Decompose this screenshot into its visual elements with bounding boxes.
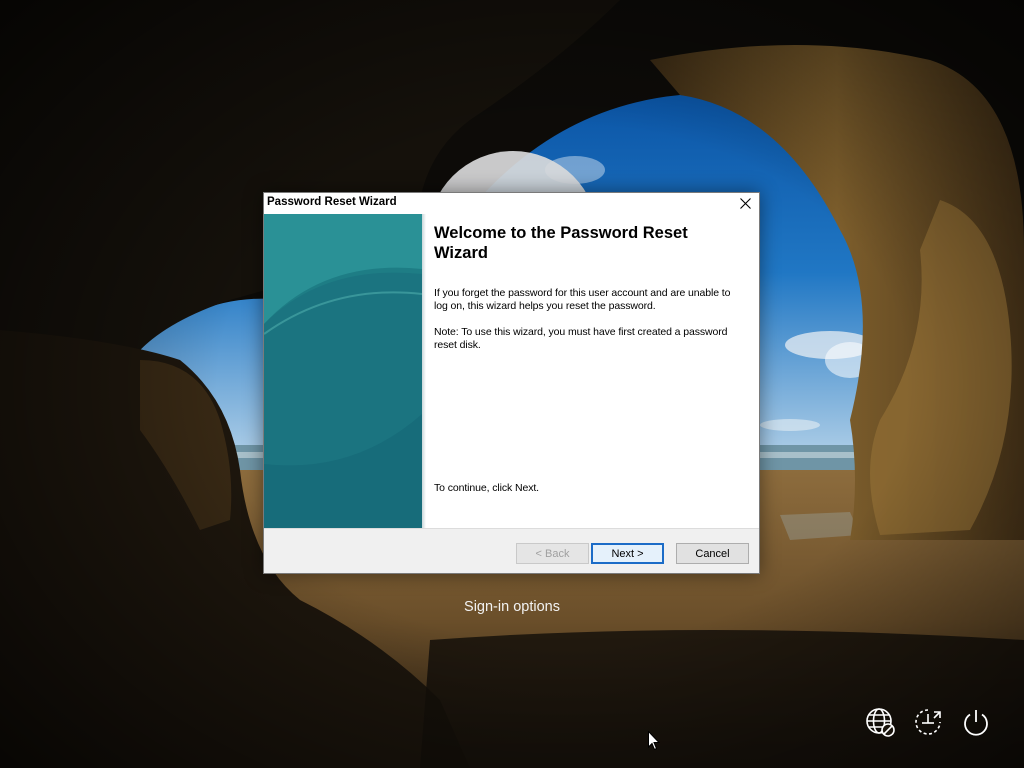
- next-button[interactable]: Next >: [591, 543, 664, 564]
- dialog-titlebar[interactable]: Password Reset Wizard: [264, 193, 759, 214]
- side-banner-edge: [422, 214, 426, 528]
- dialog-title: Password Reset Wizard: [267, 196, 397, 208]
- back-button[interactable]: < Back: [516, 543, 589, 564]
- lock-screen: Password Reset Wizard Welcome to the Pas…: [0, 0, 1024, 768]
- network-button[interactable]: [864, 706, 896, 738]
- ease-of-access-icon: [915, 709, 941, 735]
- wizard-note: Note: To use this wizard, you must have …: [434, 326, 728, 351]
- close-button[interactable]: [731, 193, 759, 213]
- wizard-content: Welcome to the Password Reset Wizard If …: [434, 214, 734, 528]
- password-reset-wizard-dialog: Password Reset Wizard Welcome to the Pas…: [263, 192, 760, 574]
- wizard-description: If you forget the password for this user…: [434, 287, 731, 312]
- sign-in-options-link[interactable]: Sign-in options: [440, 599, 584, 615]
- dialog-button-bar: < Back Next > Cancel: [264, 528, 759, 573]
- close-icon: [739, 197, 751, 209]
- wizard-side-banner: [264, 214, 422, 528]
- cancel-button[interactable]: Cancel: [676, 543, 749, 564]
- power-icon: [964, 710, 988, 736]
- wizard-heading: Welcome to the Password Reset Wizard: [434, 224, 688, 262]
- network-icon: [866, 708, 895, 737]
- wizard-instruction: To continue, click Next.: [434, 482, 539, 494]
- mouse-cursor: [648, 731, 660, 751]
- ease-of-access-button[interactable]: [912, 706, 944, 738]
- power-button[interactable]: [960, 706, 992, 738]
